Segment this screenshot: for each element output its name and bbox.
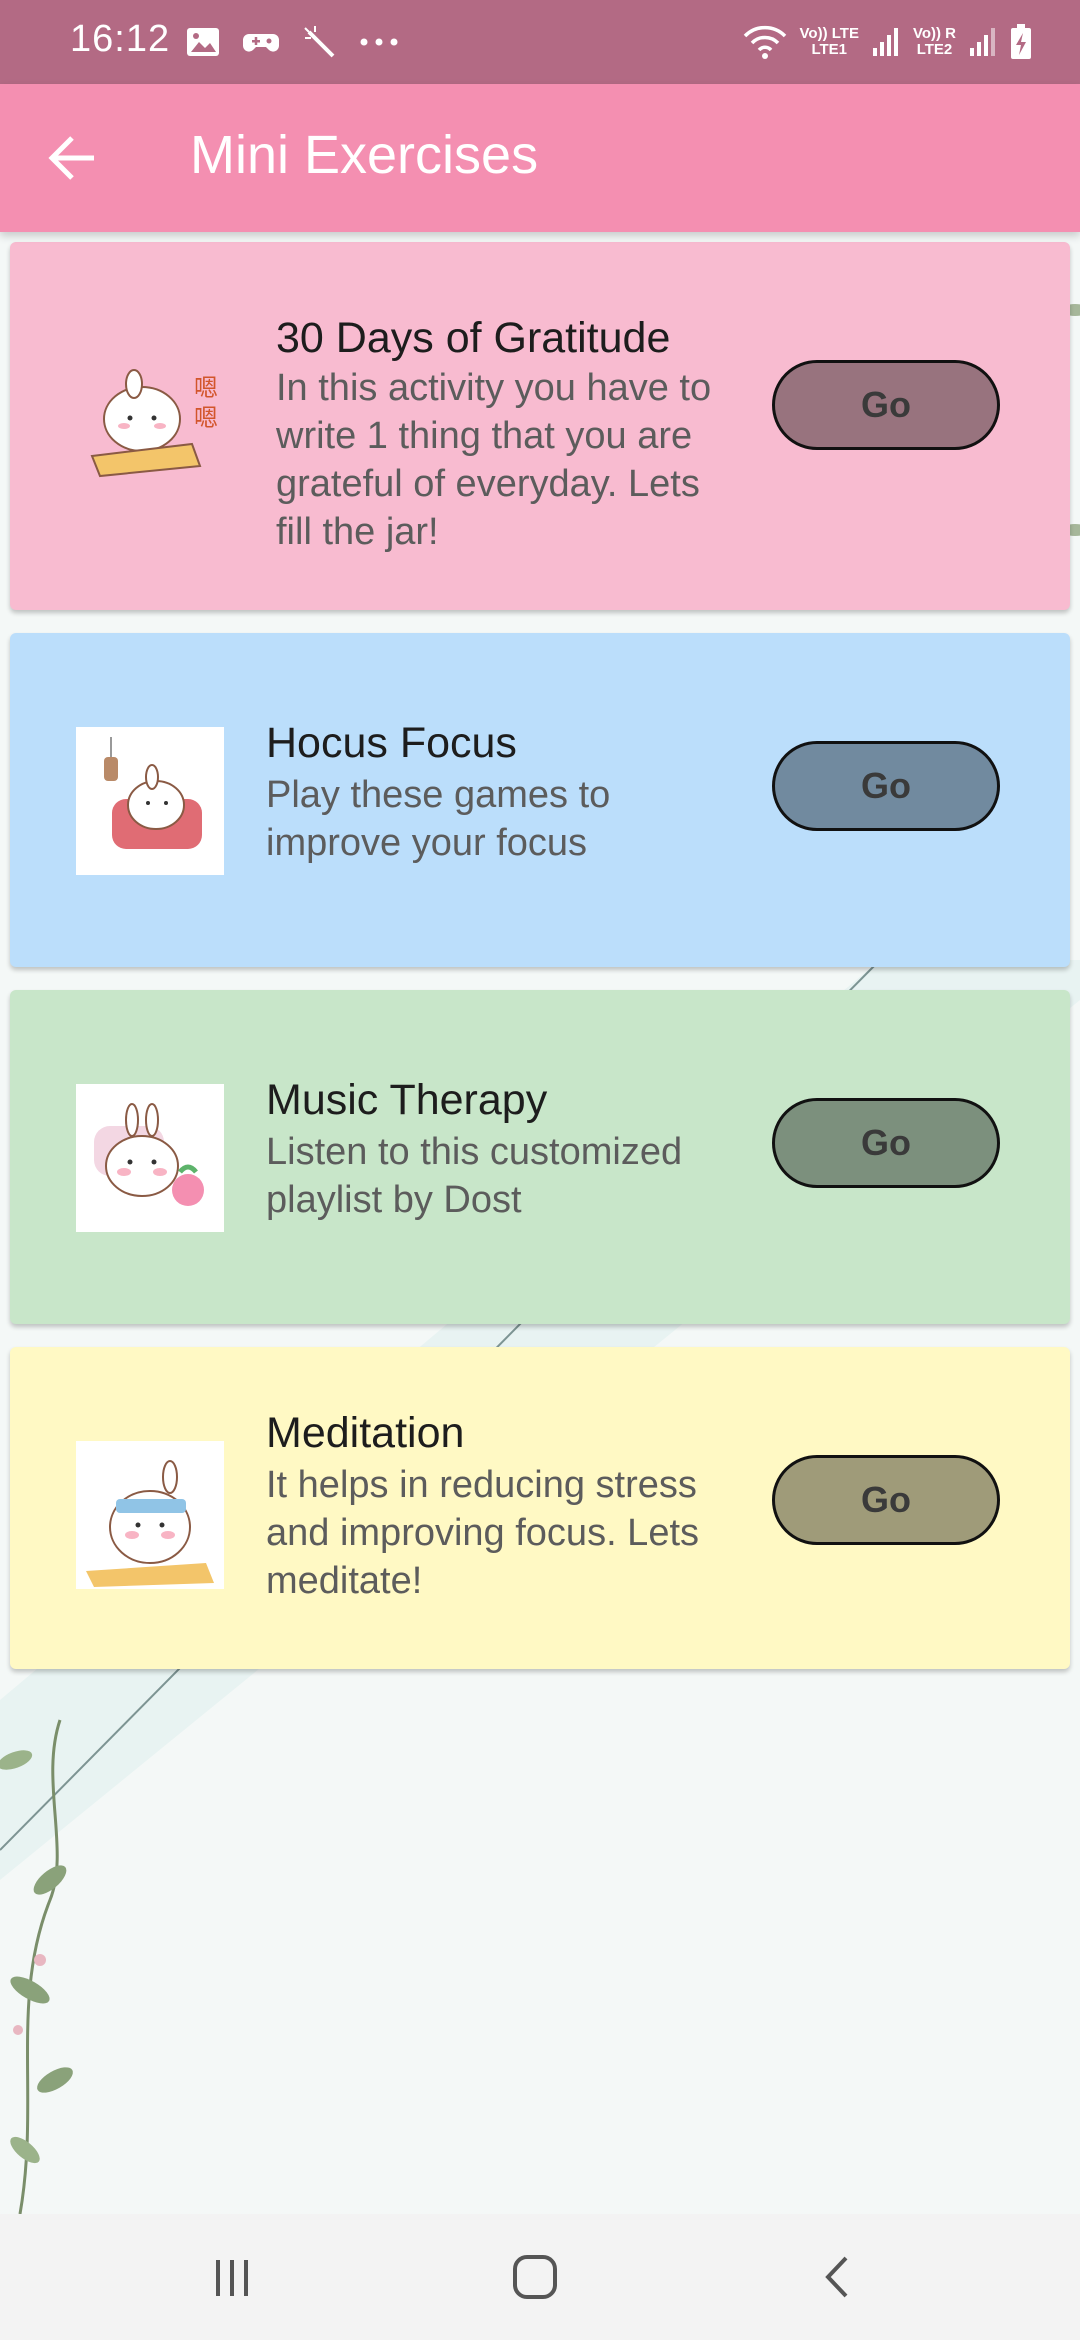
sim2-label-top: Vo)) R: [912, 25, 956, 42]
signal-icon: [872, 28, 898, 56]
status-notification-icons: [185, 22, 399, 62]
status-bar: 16:12 Vo)) LTE LTE1 Vo)) R LTE2: [0, 0, 1080, 84]
sim2-label: Vo)) R LTE2: [913, 26, 956, 58]
status-time: 16:12: [70, 18, 171, 60]
exercise-card-meditation: Meditation It helps in reducing stress a…: [10, 1347, 1070, 1669]
wifi-icon: [743, 25, 786, 59]
battery-charging-icon: [1011, 24, 1031, 59]
go-button[interactable]: Go: [772, 360, 1000, 450]
card-description: Listen to this customized playlist by Do…: [266, 1131, 683, 1221]
bunny-writing-icon: 嗯 嗯: [90, 369, 218, 478]
gallery-icon: [187, 28, 219, 56]
home-icon[interactable]: [505, 2252, 565, 2302]
go-button[interactable]: Go: [772, 1455, 1000, 1545]
svg-text:嗯: 嗯: [194, 374, 218, 402]
sim1-label-bottom: LTE1: [811, 41, 848, 58]
bunny-meditating-icon: [76, 1441, 224, 1589]
bunny-music-icon: [76, 1084, 224, 1232]
card-title: 30 Days of Gratitude: [276, 314, 671, 362]
sim1-label-top: Vo)) LTE: [799, 25, 859, 42]
exercise-card-gratitude: 嗯 嗯 30 Days of Gratitude In this activit…: [10, 242, 1070, 610]
go-button[interactable]: Go: [772, 741, 1000, 831]
recent-apps-icon[interactable]: [202, 2252, 262, 2302]
sim1-label: Vo)) LTE LTE1: [800, 26, 859, 58]
sim2-label-bottom: LTE2: [916, 41, 953, 58]
card-description: It helps in reducing stress and improvin…: [266, 1464, 700, 1602]
go-button[interactable]: Go: [772, 1098, 1000, 1188]
app-bar: Mini Exercises: [0, 84, 1080, 232]
svg-text:嗯: 嗯: [194, 404, 218, 432]
system-nav-bar: [0, 2214, 1080, 2340]
exercise-card-hocus-focus: Hocus Focus Play these games to improve …: [10, 633, 1070, 967]
more-dots-icon: [360, 38, 398, 46]
card-description: In this activity you have to write 1 thi…: [276, 367, 712, 553]
exercise-card-music-therapy: Music Therapy Listen to this customized …: [10, 990, 1070, 1324]
card-title: Music Therapy: [266, 1076, 548, 1124]
signal-icon: [970, 28, 995, 56]
arrow-left-icon[interactable]: [44, 128, 104, 188]
magic-wand-icon: [304, 26, 335, 58]
back-icon[interactable]: [808, 2252, 868, 2302]
status-system-icons: Vo)) LTE LTE1 Vo)) R LTE2: [742, 18, 1032, 66]
game-controller-icon: [243, 34, 279, 52]
card-description: Play these games to improve your focus: [266, 774, 611, 864]
card-title: Meditation: [266, 1409, 465, 1457]
page-title: Mini Exercises: [190, 125, 539, 185]
bunny-armchair-icon: [76, 727, 224, 875]
card-title: Hocus Focus: [266, 719, 517, 767]
